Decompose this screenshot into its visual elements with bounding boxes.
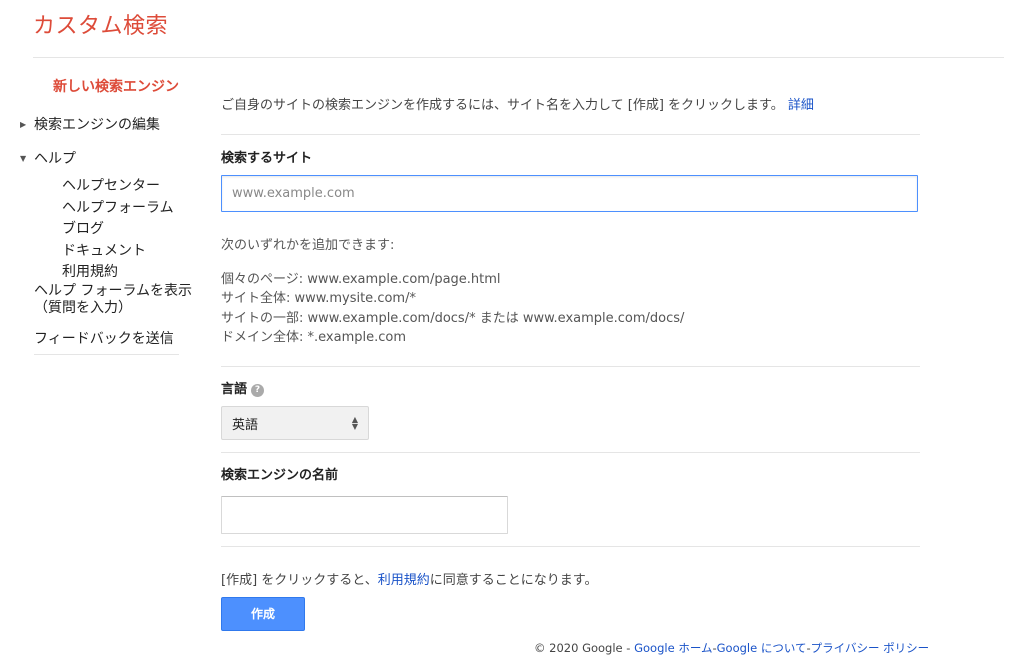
learn-more-link[interactable]: 詳細 — [788, 98, 814, 113]
sidebar-item-blog[interactable]: ブログ — [62, 219, 174, 241]
terms-agreement: [作成] をクリックすると、利用規約に同意することになります。 — [221, 569, 597, 588]
triangle-down-icon: ▼ — [20, 153, 27, 163]
header-divider — [33, 57, 1004, 58]
footer-sep: - — [626, 641, 631, 655]
hint-whole-site: サイト全体: www.mysite.com/* — [221, 291, 416, 306]
terms-link[interactable]: 利用規約 — [378, 573, 430, 588]
forum-label-line2: （質問を入力） — [34, 300, 132, 316]
triangle-right-icon: ▶ — [20, 119, 27, 129]
sidebar-item-terms[interactable]: 利用規約 — [62, 262, 174, 284]
sidebar-item-label: ヘルプ — [34, 151, 76, 167]
sidebar-item-label: 検索エンジンの編集 — [34, 117, 160, 133]
section-divider — [221, 366, 920, 367]
sidebar-item-edit-engine[interactable]: ▶ 検索エンジンの編集 — [20, 114, 160, 134]
help-submenu: ヘルプセンター ヘルプフォーラム ブログ ドキュメント 利用規約 — [62, 176, 174, 284]
question-circle-icon[interactable]: ? — [251, 384, 265, 397]
copyright: © 2020 Google — [534, 641, 623, 655]
sidebar-item-new-engine[interactable]: 新しい検索エンジン — [53, 76, 179, 96]
updown-arrows-icon: ▲ ▼ — [351, 415, 358, 431]
hint-site-part: サイトの一部: www.example.com/docs/* または www.e… — [221, 310, 685, 326]
hint-single-page: 個々のページ: www.example.com/page.html — [221, 271, 501, 287]
section-divider — [221, 452, 920, 453]
footer-link-about-google[interactable]: Google について — [717, 641, 807, 655]
language-label-text: 言語 — [221, 382, 248, 397]
intro-sentence: ご自身のサイトの検索エンジンを作成するには、サイト名を入力して [作成] をクリ… — [221, 98, 784, 113]
sidebar-item-feedback[interactable]: フィードバックを送信 — [34, 328, 174, 348]
section-divider — [221, 546, 920, 547]
site-input[interactable] — [221, 175, 918, 212]
sidebar-item-help-center[interactable]: ヘルプセンター — [62, 176, 174, 198]
language-select-value: 英語 — [232, 417, 259, 433]
sidebar-item-view-forum[interactable]: ヘルプ フォーラムを表示 （質問を入力） — [34, 283, 192, 317]
language-select[interactable]: 英語 ▲ ▼ — [221, 406, 369, 440]
engine-name-input[interactable] — [221, 496, 508, 534]
footer-link-google-home[interactable]: Google ホーム — [634, 641, 712, 655]
engine-name-label: 検索エンジンの名前 — [221, 468, 339, 483]
sidebar-item-help-forum[interactable]: ヘルプフォーラム — [62, 198, 174, 220]
create-button[interactable]: 作成 — [221, 597, 305, 631]
hints-title: 次のいずれかを追加できます: — [221, 238, 395, 253]
section-divider — [221, 134, 920, 135]
agree-prefix: [作成] をクリックすると、 — [221, 573, 378, 588]
hint-domain: ドメイン全体: *.example.com — [221, 330, 406, 345]
footer-link-privacy[interactable]: プライバシー ポリシー — [811, 641, 929, 655]
app-title: カスタム検索 — [33, 14, 169, 39]
sidebar-divider — [34, 354, 179, 355]
forum-label-line1: ヘルプ フォーラムを表示 — [34, 283, 193, 299]
sidebar-item-documentation[interactable]: ドキュメント — [62, 241, 174, 263]
site-hints: 次のいずれかを追加できます: 個々のページ: www.example.com/p… — [221, 236, 684, 348]
footer: © 2020 Google - Google ホーム-Google について-プ… — [534, 640, 929, 656]
sidebar-item-help[interactable]: ▼ ヘルプ — [20, 148, 76, 168]
language-label: 言語? — [221, 378, 265, 397]
intro-text: ご自身のサイトの検索エンジンを作成するには、サイト名を入力して [作成] をクリ… — [221, 94, 814, 113]
agree-suffix: に同意することになります。 — [429, 573, 598, 588]
site-label: 検索するサイト — [221, 151, 313, 166]
